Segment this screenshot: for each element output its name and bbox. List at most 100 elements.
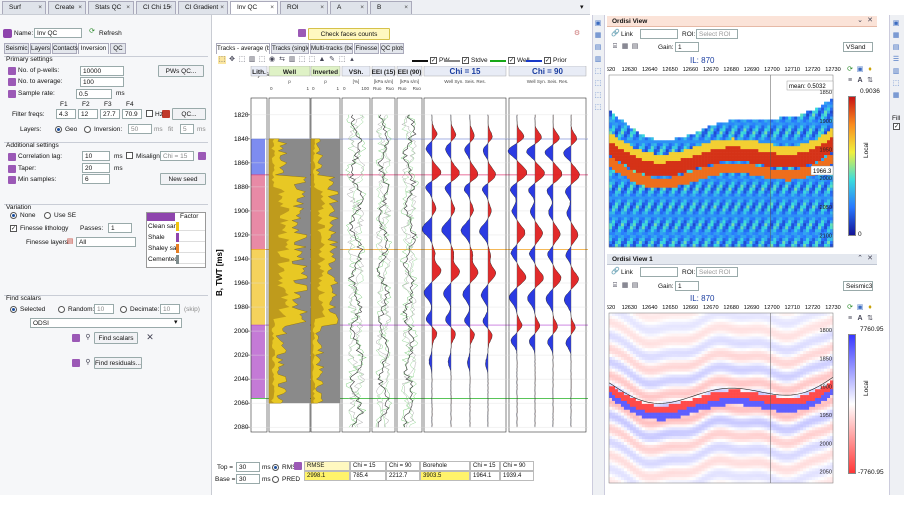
- new-seed-button[interactable]: New seed: [160, 173, 206, 185]
- filter-freq-field[interactable]: 27.7: [100, 109, 120, 119]
- pred-radio[interactable]: [272, 476, 279, 483]
- finesse-layers-select[interactable]: All: [76, 237, 136, 247]
- view2-attr-select[interactable]: Seismic3: [843, 281, 873, 291]
- well-tracks-plot[interactable]: B, TWT [ms]18201840186018801900192019401…: [214, 66, 590, 458]
- dock-tool-icon[interactable]: ⬚: [594, 104, 602, 112]
- panel-chevron-icon[interactable]: ▾: [580, 3, 584, 11]
- name-field[interactable]: Inv QC: [34, 28, 82, 38]
- view1-attr-select[interactable]: VSand: [843, 42, 873, 52]
- filter-checkbox[interactable]: [146, 110, 153, 117]
- tab-roi[interactable]: ROI ×: [280, 1, 328, 14]
- right-dock-icon[interactable]: ▦: [892, 92, 900, 100]
- filter-qc-button[interactable]: QC...: [172, 108, 206, 120]
- screenshot-icon[interactable]: ▣: [856, 66, 864, 74]
- dock-tool-icon[interactable]: ▣: [594, 20, 602, 28]
- selected-radio[interactable]: [10, 306, 17, 313]
- dock-tool-icon[interactable]: ▤: [594, 44, 602, 52]
- zoom-box-icon[interactable]: ⬚: [238, 56, 246, 64]
- inversion-field[interactable]: 50: [128, 124, 152, 134]
- columns-icon[interactable]: ▥: [288, 56, 296, 64]
- view1-tool-icon-1[interactable]: ⌸: [611, 43, 619, 51]
- tab-b[interactable]: B ×: [370, 1, 412, 14]
- tab-close-icon[interactable]: ×: [360, 2, 364, 14]
- close-icon[interactable]: ✕: [146, 333, 154, 342]
- tab-inv-qc[interactable]: Inv QC ×: [230, 1, 278, 14]
- refresh-icon[interactable]: ⟳: [88, 28, 96, 36]
- find-residuals-button[interactable]: Find residuals...: [94, 357, 142, 369]
- dock-tool-icon[interactable]: ▦: [594, 32, 602, 40]
- subtab-qc[interactable]: QC: [110, 43, 126, 54]
- arrow-icon[interactable]: ▴: [348, 56, 356, 64]
- pencil-icon[interactable]: ✎: [328, 56, 336, 64]
- lightbulb-icon[interactable]: ♦: [866, 66, 874, 74]
- random-field[interactable]: 10: [94, 304, 114, 314]
- pwells-qc-button[interactable]: PWs QC...: [158, 65, 204, 77]
- fit-field[interactable]: 5: [180, 124, 194, 134]
- subtab-contacts[interactable]: Contacts: [52, 43, 78, 54]
- highlight-icon[interactable]: ▲: [318, 56, 326, 64]
- legend-checkbox[interactable]: ✓: [430, 57, 437, 64]
- layout-icon[interactable]: ▥: [248, 56, 256, 64]
- refresh-button[interactable]: Refresh: [99, 29, 122, 38]
- right-dock-icon[interactable]: ▦: [892, 32, 900, 40]
- filter-freq-field[interactable]: 70.9: [122, 109, 142, 119]
- view2-roi-select[interactable]: Select ROI: [696, 267, 738, 277]
- n-pwells-field[interactable]: 10000: [80, 66, 124, 76]
- filter-freq-field[interactable]: 4.3: [56, 109, 76, 119]
- factor-value-cell[interactable]: [179, 233, 205, 242]
- right-dock-icon[interactable]: ▥: [892, 68, 900, 76]
- misalign-checkbox[interactable]: [126, 152, 133, 159]
- view2-section[interactable]: 2620126301264012650126601267012680126901…: [607, 301, 843, 485]
- scalars-combo[interactable]: ODSI: [30, 318, 182, 328]
- tab-create[interactable]: Create ×: [48, 1, 86, 14]
- dock-tool-icon[interactable]: ⬚: [594, 68, 602, 76]
- dock-tool-icon[interactable]: ▥: [594, 56, 602, 64]
- view2-link-field[interactable]: [640, 267, 678, 277]
- select-icon[interactable]: ⬚: [218, 56, 226, 64]
- view1-section[interactable]: 2620126301264012650126601267012680126901…: [607, 63, 843, 249]
- center-tab-2[interactable]: Multi-tracks (best): [310, 43, 353, 54]
- frame-icon[interactable]: ⬚: [338, 56, 346, 64]
- tab-close-icon[interactable]: ×: [78, 2, 82, 14]
- fill-checkbox[interactable]: ✓: [893, 123, 900, 130]
- check-faces-button[interactable]: Check faces counts: [308, 28, 390, 40]
- chi-select[interactable]: Chi = 15: [160, 151, 194, 161]
- legend-checkbox[interactable]: ✓: [462, 57, 469, 64]
- corr-lag-field[interactable]: 10: [82, 151, 110, 161]
- view1-gain-field[interactable]: 1: [675, 42, 699, 52]
- view2-collapse-icon[interactable]: ⌃: [856, 255, 864, 263]
- tab-close-icon[interactable]: ×: [38, 2, 42, 14]
- center-tab-4[interactable]: QC plots: [380, 43, 404, 54]
- view2-gain-field[interactable]: 1: [675, 281, 699, 291]
- right-dock-icon[interactable]: ▣: [892, 20, 900, 28]
- base-field[interactable]: 30: [236, 474, 260, 484]
- tab-close-icon[interactable]: ×: [320, 2, 324, 14]
- view2-tool-icon-2[interactable]: ▦: [621, 282, 629, 290]
- subtab-seismic[interactable]: Seismic: [4, 43, 29, 54]
- eye-icon[interactable]: ◉: [268, 56, 276, 64]
- view1-tool-icon-2[interactable]: ▦: [621, 43, 629, 51]
- use-se-radio[interactable]: [44, 212, 51, 219]
- view1-close-icon[interactable]: ✕: [866, 17, 874, 25]
- pan-icon[interactable]: ✥: [228, 56, 236, 64]
- levels-icon[interactable]: ≡: [846, 77, 854, 85]
- subtab-layers[interactable]: Layers: [30, 43, 51, 54]
- right-dock-icon[interactable]: ☰: [892, 56, 900, 64]
- factor-value-cell[interactable]: [179, 244, 205, 253]
- auto-scale-icon[interactable]: A: [856, 77, 864, 85]
- view1-collapse-icon[interactable]: ⌄: [856, 17, 864, 25]
- tab-close-icon[interactable]: ×: [126, 2, 130, 14]
- grid-icon[interactable]: ⬚: [298, 56, 306, 64]
- tab-close-icon[interactable]: ×: [404, 2, 408, 14]
- factor-value-cell[interactable]: [179, 222, 205, 231]
- rmse-radio[interactable]: [272, 464, 279, 471]
- dock-tool-icon[interactable]: ⬚: [594, 92, 602, 100]
- fit-icon[interactable]: ⬚: [258, 56, 266, 64]
- center-tab-0[interactable]: Tracks - average (best): [216, 43, 270, 54]
- dock-tool-icon[interactable]: ⬚: [594, 80, 602, 88]
- legend-checkbox[interactable]: ✓: [508, 57, 515, 64]
- filter-freq-field[interactable]: 12: [78, 109, 98, 119]
- right-dock-icon[interactable]: ▤: [892, 44, 900, 52]
- geo-radio[interactable]: [55, 126, 62, 133]
- min-samples-field[interactable]: 6: [82, 174, 110, 184]
